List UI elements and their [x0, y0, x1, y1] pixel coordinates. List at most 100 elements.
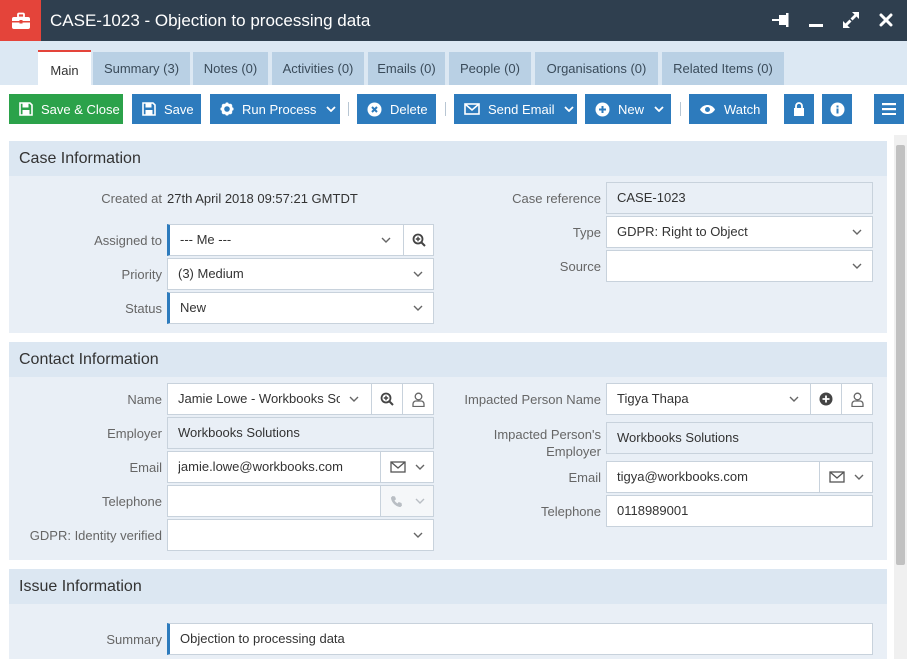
maximize-icon[interactable]	[840, 9, 862, 31]
impacted-telephone-field[interactable]: 0118989001	[606, 495, 873, 527]
section-header: Case Information	[9, 141, 887, 176]
delete-button[interactable]: Delete	[357, 94, 436, 124]
impacted-email-value: tigya@workbooks.com	[617, 469, 748, 484]
priority-value: (3) Medium	[178, 266, 244, 281]
chevron-down-icon	[564, 106, 575, 112]
send-email-button[interactable]: Send Email	[454, 94, 577, 124]
impacted-employer-label-line-2: Employer	[546, 444, 601, 459]
delete-label: Delete	[390, 101, 428, 117]
employer-label: Employer	[107, 426, 162, 441]
chevron-down-icon	[847, 217, 867, 247]
plus-circle-icon	[595, 102, 610, 116]
telephone-label: Telephone	[102, 494, 162, 509]
section-title: Case Information	[19, 150, 141, 167]
tab-summary[interactable]: Summary (3)	[93, 52, 190, 85]
window-titlebar: CASE-1023 - Objection to processing data	[0, 0, 907, 41]
tab-people[interactable]: People (0)	[449, 52, 531, 85]
person-icon[interactable]	[841, 384, 872, 414]
summary-label: Summary	[106, 632, 162, 647]
chevron-down-icon	[854, 474, 863, 480]
status-select[interactable]: New	[167, 292, 434, 324]
source-select[interactable]	[606, 250, 873, 282]
search-icon[interactable]	[371, 384, 402, 414]
email-action[interactable]	[380, 452, 433, 482]
impacted-person-name-value: Tigya Thapa	[617, 391, 689, 406]
tab-bar: Main Summary (3) Notes (0) Activities (0…	[0, 41, 907, 85]
chevron-down-icon	[408, 259, 428, 289]
chevron-down-icon	[376, 225, 396, 255]
save-close-button[interactable]: Save & Close	[9, 94, 123, 124]
assigned-to-select[interactable]: --- Me ---	[167, 224, 434, 256]
close-icon[interactable]	[875, 9, 897, 31]
info-icon	[830, 102, 845, 116]
envelope-icon	[389, 461, 406, 473]
tab-related-items[interactable]: Related Items (0)	[662, 52, 784, 85]
pin-icon[interactable]	[770, 9, 792, 31]
case-reference-label: Case reference	[512, 191, 601, 206]
hamburger-icon	[882, 103, 896, 115]
window-title: CASE-1023 - Objection to processing data	[50, 11, 371, 30]
tab-activities[interactable]: Activities (0)	[272, 52, 364, 85]
status-label: Status	[125, 301, 162, 316]
email-field[interactable]: jamie.lowe@workbooks.com	[167, 451, 434, 483]
email-label: Email	[129, 460, 162, 475]
menu-button[interactable]	[874, 94, 904, 124]
chevron-down-icon	[408, 520, 428, 550]
tab-main[interactable]: Main	[38, 50, 91, 85]
scrollbar-thumb[interactable]	[896, 145, 905, 565]
search-icon[interactable]	[403, 225, 434, 255]
gear-icon	[220, 102, 234, 116]
save-close-label: Save & Close	[41, 101, 120, 117]
priority-select[interactable]: (3) Medium	[167, 258, 434, 290]
person-icon[interactable]	[402, 384, 433, 414]
created-at-label: Created at	[101, 191, 162, 206]
info-button[interactable]	[822, 94, 852, 124]
envelope-icon	[828, 471, 845, 483]
vertical-scrollbar[interactable]	[894, 135, 907, 659]
add-circle-icon[interactable]	[810, 384, 841, 414]
lock-button[interactable]	[784, 94, 814, 124]
save-icon	[142, 102, 156, 116]
watch-button[interactable]: Watch	[689, 94, 767, 124]
telephone-action	[380, 486, 433, 516]
impacted-person-name-select[interactable]: Tigya Thapa	[606, 383, 873, 415]
tab-organisations[interactable]: Organisations (0)	[535, 52, 658, 85]
chevron-down-icon	[326, 106, 337, 112]
impacted-employer-label-line-1: Impacted Person's	[493, 427, 601, 442]
tab-notes[interactable]: Notes (0)	[193, 52, 268, 85]
save-button[interactable]: Save	[132, 94, 201, 124]
status-value: New	[180, 300, 207, 315]
type-select[interactable]: GDPR: Right to Object	[606, 216, 873, 248]
employer-value: Workbooks Solutions	[178, 425, 300, 440]
run-process-label: Run Process	[242, 101, 317, 117]
new-label: New	[618, 101, 645, 117]
summary-field[interactable]: Objection to processing data	[167, 623, 873, 655]
assigned-to-value: --- Me ---	[180, 232, 232, 247]
eye-icon	[700, 104, 715, 114]
telephone-field[interactable]	[167, 485, 434, 517]
source-label: Source	[559, 259, 601, 274]
section-header: Issue Information	[9, 569, 887, 604]
phone-icon	[390, 495, 402, 507]
priority-label: Priority	[121, 267, 162, 282]
minimize-icon[interactable]	[805, 9, 827, 31]
impacted-person-name-label: Impacted Person Name	[464, 392, 601, 407]
new-button[interactable]: New	[585, 94, 671, 124]
issue-information-section: Issue Information Summary Objection to p…	[9, 569, 887, 659]
name-select[interactable]: Jamie Lowe - Workbooks Solutions	[167, 383, 434, 415]
assigned-to-label: Assigned to	[94, 233, 162, 248]
case-reference-field: CASE-1023	[606, 182, 873, 214]
chevron-down-icon	[847, 251, 867, 281]
impacted-email-field[interactable]: tigya@workbooks.com	[606, 461, 873, 493]
tab-emails[interactable]: Emails (0)	[368, 52, 445, 85]
impacted-email-label: Email	[568, 470, 601, 485]
case-information-section: Case Information Created at 27th April 2…	[9, 141, 887, 333]
gdpr-identity-select[interactable]	[167, 519, 434, 551]
chevron-down-icon	[415, 498, 424, 504]
impacted-employer-field: Workbooks Solutions	[606, 422, 873, 454]
email-action[interactable]	[819, 462, 872, 492]
run-process-button[interactable]: Run Process	[210, 94, 340, 124]
save-label: Save	[164, 101, 194, 117]
chevron-down-icon	[344, 384, 364, 414]
section-title: Issue Information	[19, 578, 142, 595]
